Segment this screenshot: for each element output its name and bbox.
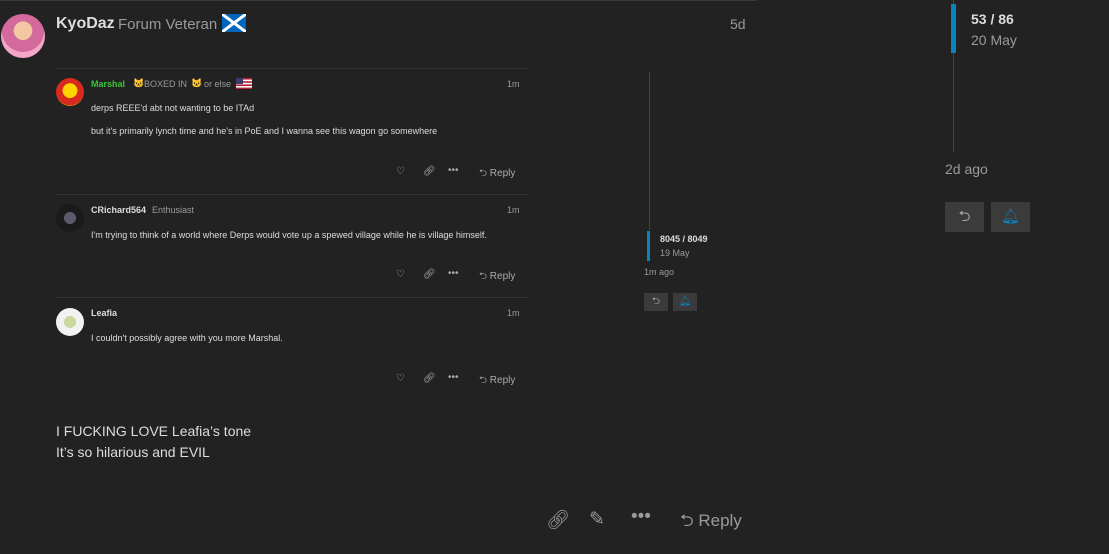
timeline-date: 20 May [971, 32, 1017, 48]
timeline-handle[interactable] [647, 231, 650, 261]
avatar[interactable] [56, 204, 84, 232]
divider [56, 194, 528, 195]
divider [56, 297, 528, 298]
reply-button[interactable]: ⮌ Reply [680, 508, 742, 537]
timeline-count: 53 / 86 [971, 11, 1014, 27]
link-icon[interactable]: 🔗︎ [546, 508, 570, 532]
us-flag-icon [236, 78, 252, 89]
ellipsis-icon[interactable]: ••• [448, 372, 459, 383]
timeline-handle[interactable] [951, 4, 956, 53]
reply-username[interactable]: Leafia [91, 308, 117, 318]
timeline-count: 8045 / 8049 [660, 234, 708, 244]
reply-text: but it's primarily lynch time and he's i… [91, 126, 438, 136]
timeline-last-activity[interactable]: 2d ago [945, 161, 988, 177]
user-flair-suffix: or else [204, 79, 232, 89]
reply-arrow-icon: ⮌ [479, 375, 490, 386]
post-body-line: It’s so hilarious and EVIL [56, 444, 210, 460]
reply-date[interactable]: 1m [507, 79, 520, 89]
ellipsis-icon[interactable]: ••• [448, 268, 459, 279]
link-icon[interactable]: 🔗︎ [423, 166, 436, 177]
reply-arrow-icon: ⮌ [479, 168, 490, 179]
heart-icon[interactable]: ♡ [396, 373, 405, 384]
reply-text: I couldn't possibly agree with you more … [91, 333, 283, 343]
reply-text: derps REEE'd abt not wanting to be ITAd [91, 103, 255, 113]
reply-arrow-icon[interactable]: ⮌ [945, 202, 984, 232]
top-divider [0, 0, 757, 1]
post-username[interactable]: KyoDaz [56, 15, 115, 33]
ellipsis-icon[interactable]: ••• [631, 506, 651, 528]
link-icon[interactable]: 🔗︎ [423, 269, 436, 280]
reply-button[interactable]: ⮌ Reply [479, 373, 515, 390]
reply-arrow-icon: ⮌ [479, 271, 490, 282]
avatar[interactable] [56, 78, 84, 106]
reply-button[interactable]: ⮌ Reply [479, 269, 515, 286]
cat-emoji-icon: 🐱 [191, 78, 203, 88]
reply-username[interactable]: Marshal [91, 79, 125, 89]
avatar[interactable] [1, 14, 45, 58]
reply-button[interactable]: ⮌ Reply [479, 166, 515, 183]
divider [56, 68, 528, 69]
reply-date[interactable]: 1m [507, 205, 520, 215]
link-icon[interactable]: 🔗︎ [423, 373, 436, 384]
heart-icon[interactable]: ♡ [396, 166, 405, 177]
ellipsis-icon[interactable]: ••• [448, 165, 459, 176]
user-flair: BOXED IN [144, 79, 188, 89]
post-body-line: I FUCKING LOVE Leafia’s tone [56, 423, 252, 439]
reply-username[interactable]: CRichard564 [91, 205, 146, 215]
user-title: Enthusiast [152, 205, 195, 215]
timeline-track[interactable] [649, 72, 650, 230]
reply-date[interactable]: 1m [507, 308, 520, 318]
timeline-last-activity[interactable]: 1m ago [644, 267, 674, 277]
bell-icon[interactable]: 🔔︎ [673, 293, 697, 311]
reply-arrow-icon[interactable]: ⮌ [644, 293, 668, 311]
reply-arrow-icon: ⮌ [680, 511, 699, 530]
cat-emoji-icon: 🐱 [133, 78, 145, 88]
timeline-date: 19 May [660, 248, 690, 258]
user-title: Forum Veteran [118, 16, 218, 33]
reply-text: I'm trying to think of a world where Der… [91, 230, 487, 240]
scotland-flag-icon [222, 14, 246, 32]
heart-icon[interactable]: ♡ [396, 269, 405, 280]
pencil-icon[interactable]: ✎ [589, 508, 605, 531]
bell-icon[interactable]: 🔔︎ [991, 202, 1030, 232]
post-date[interactable]: 5d [730, 16, 746, 32]
avatar[interactable] [56, 308, 84, 336]
